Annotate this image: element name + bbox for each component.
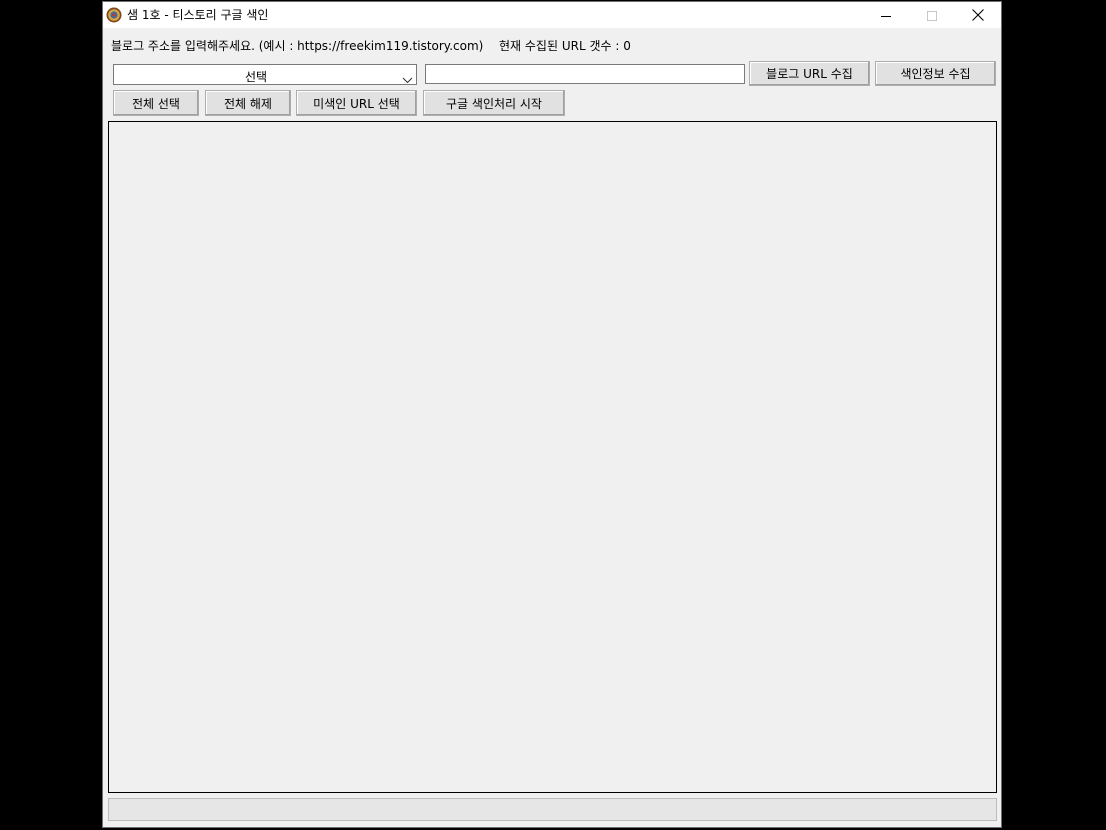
progress-bar — [108, 798, 997, 821]
app-emblem-icon — [106, 7, 122, 23]
collected-url-count-label: 현재 수집된 URL 갯수 : 0 — [499, 39, 631, 53]
minimize-button[interactable] — [863, 2, 909, 28]
select-all-button[interactable]: 전체 선택 — [113, 90, 199, 116]
app-window: 샘 1호 - 티스토리 구글 색인 블로그 주소를 입력해주세요. (예시 : … — [102, 1, 1002, 828]
chevron-down-icon — [402, 70, 413, 84]
deselect-all-button[interactable]: 전체 해제 — [205, 90, 291, 116]
minimize-icon — [881, 6, 891, 25]
url-list-view[interactable] — [108, 121, 997, 793]
window-title: 샘 1호 - 티스토리 구글 색인 — [127, 8, 269, 22]
blog-address-hint-label: 블로그 주소를 입력해주세요. (예시 : https://freekim119… — [111, 39, 484, 53]
blog-select-combobox[interactable]: 선택 — [113, 64, 417, 85]
title-bar[interactable]: 샘 1호 - 티스토리 구글 색인 — [103, 2, 1001, 28]
collect-index-info-button[interactable]: 색인정보 수집 — [875, 61, 996, 86]
maximize-icon — [927, 6, 937, 25]
blog-url-input[interactable] — [425, 64, 745, 84]
select-unindexed-url-button[interactable]: 미색인 URL 선택 — [296, 90, 417, 116]
start-google-indexing-button[interactable]: 구글 색인처리 시작 — [423, 90, 565, 116]
combobox-selected-value: 선택 — [244, 70, 268, 84]
close-button[interactable] — [955, 2, 1001, 28]
maximize-button[interactable] — [909, 2, 955, 28]
close-icon — [972, 6, 984, 25]
collect-blog-url-button[interactable]: 블로그 URL 수집 — [749, 61, 870, 86]
